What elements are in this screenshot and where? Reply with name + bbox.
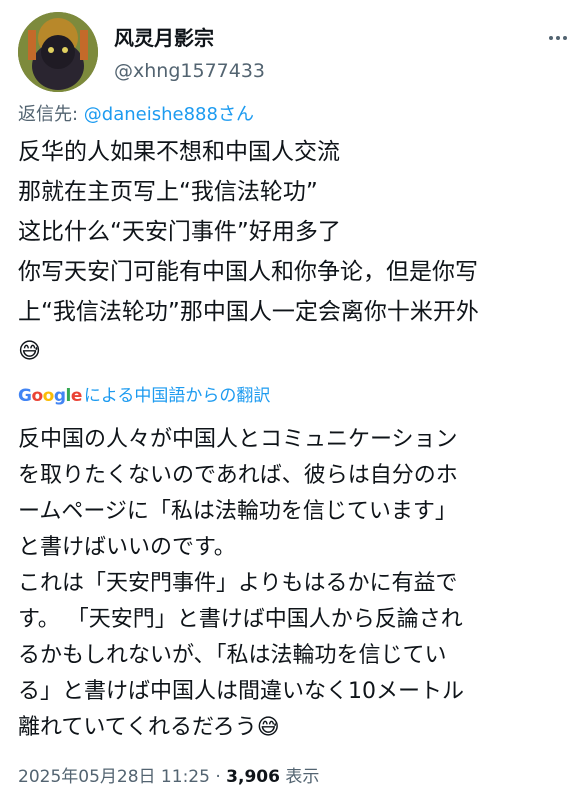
translation-label[interactable]: による中国語からの翻訳	[84, 386, 271, 406]
tweet-line: 反华的人如果不想和中国人交流	[18, 139, 340, 165]
tweet-text: 反华的人如果不想和中国人交流 那就在主页写上“我信法轮功” 这比什么“天安门事件…	[18, 132, 574, 372]
translated-line: を取りたくないのであれば、彼らは自分のホ	[18, 463, 458, 488]
translated-line: 反中国の人々が中国人とコミュニケーション	[18, 427, 458, 452]
author-handle[interactable]: @xhng1577433	[114, 60, 265, 82]
views-label: 表示	[279, 767, 320, 787]
tweet-line: 上“我信法轮功”那中国人一定会离你十米开外	[18, 299, 479, 325]
timestamp-link[interactable]: 2025年05月28日 11:25	[18, 767, 210, 787]
translated-line: と書けばいいのです。	[18, 535, 236, 560]
reply-mention-link[interactable]: @daneishe888さん	[84, 104, 254, 125]
reply-prefix: 返信先:	[18, 104, 84, 125]
tweet-line: 这比什么“天安门事件”好用多了	[18, 219, 341, 245]
google-logo: Google	[18, 386, 82, 406]
more-options-icon[interactable]	[546, 26, 570, 50]
translated-line: す。 「天安門」と書けば中国人から反論され	[18, 607, 463, 632]
sweat-smile-emoji: 😅	[18, 339, 41, 364]
author-name[interactable]: 风灵月影宗	[114, 22, 214, 51]
tweet-header: 风灵月影宗 @xhng1577433	[18, 12, 570, 92]
avatar[interactable]	[18, 12, 98, 92]
tweet-line: 你写天安门可能有中国人和你争论，但是你写	[18, 259, 478, 285]
view-count: 3,906	[226, 767, 280, 787]
translated-line: る」と書けば中国人は間違いなく10メートル	[18, 679, 464, 704]
tweet-line: 那就在主页写上“我信法轮功”	[18, 179, 318, 205]
translated-line: 離れていてくれるだろう😅	[18, 715, 280, 740]
translated-line: これは「天安門事件」よりもはるかに有益で	[18, 571, 458, 596]
translated-line: ームページに「私は法輪功を信じています」	[18, 499, 457, 524]
tweet-meta: 2025年05月28日 11:25 · 3,906 表示	[18, 762, 319, 787]
reply-to: 返信先: @daneishe888さん	[18, 100, 254, 126]
avatar-image	[18, 12, 98, 92]
google-translation-link[interactable]: Google による中国語からの翻訳	[18, 381, 270, 406]
translated-text: 反中国の人々が中国人とコミュニケーション を取りたくないのであれば、彼らは自分の…	[18, 422, 574, 746]
meta-separator: ·	[209, 767, 227, 787]
translated-line: るかもしれないが、「私は法輪功を信じてい	[18, 643, 447, 668]
